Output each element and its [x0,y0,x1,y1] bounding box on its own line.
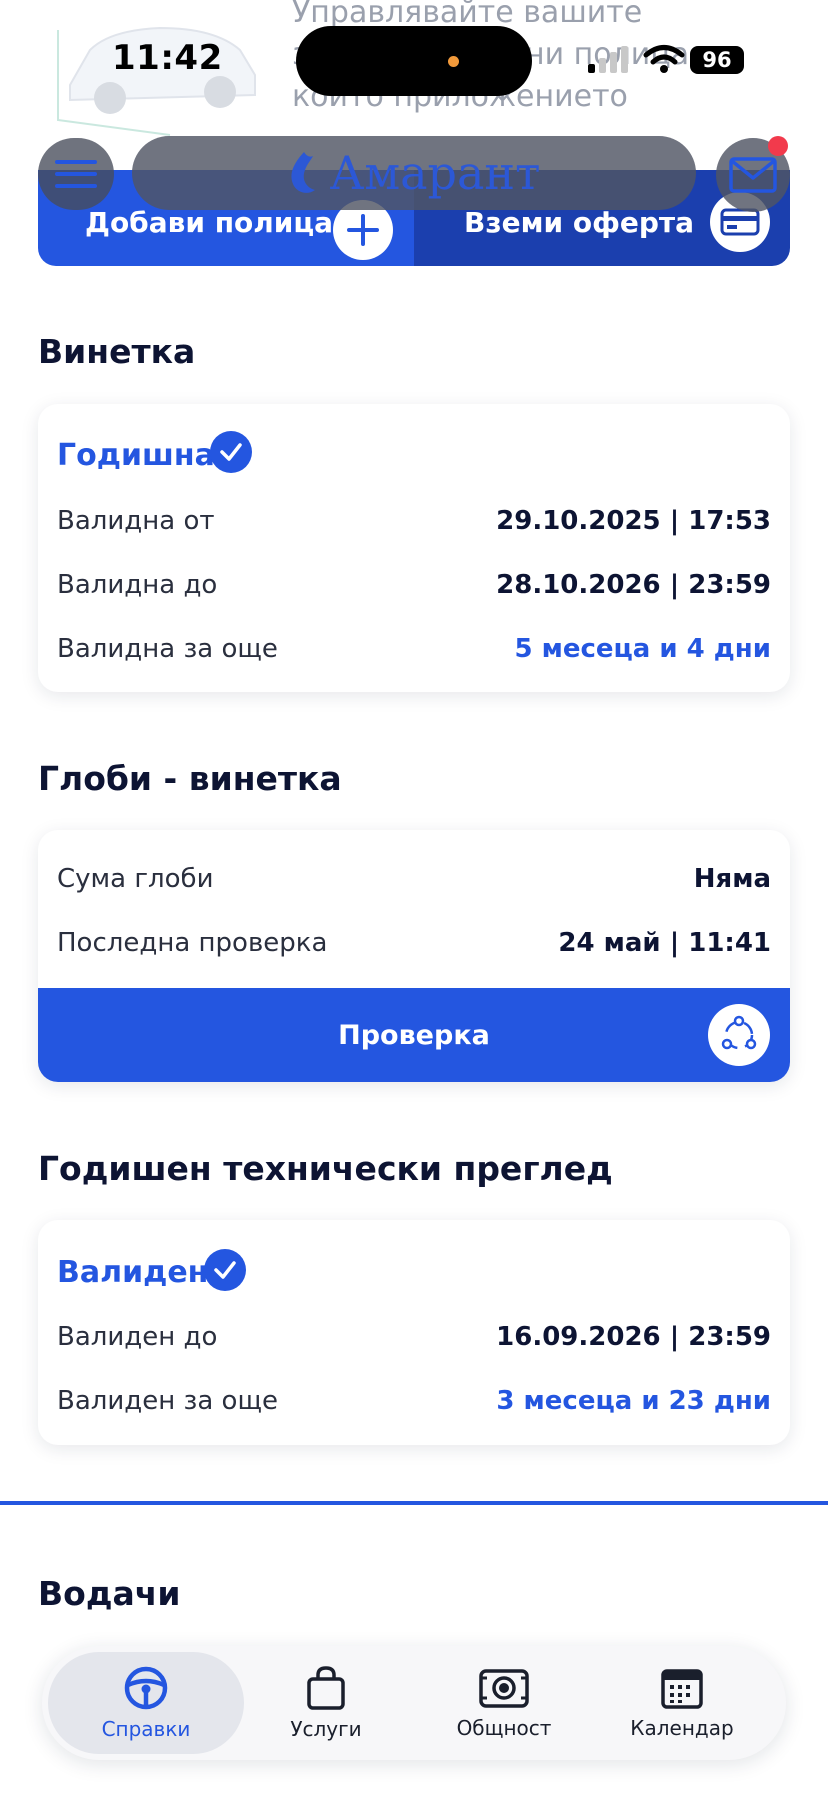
wifi-icon [643,45,685,73]
dynamic-island [296,26,532,96]
row-value: 29.10.2025 | 17:53 [496,506,771,536]
vignette-card: Годишна Валидна от 29.10.2025 | 17:53 Ва… [38,404,790,692]
row-label: Валиден до [57,1322,218,1352]
check-circle-icon [204,1249,246,1291]
brand-logo-text: Амарант [329,146,541,200]
row-label: Валидна до [57,570,218,600]
inspection-row-remaining: Валиден за още 3 месеца и 23 дни [57,1381,771,1421]
inspection-status: Валиден [57,1255,209,1290]
steering-wheel-icon [124,1666,168,1710]
row-label: Сума глоби [57,864,214,894]
row-value: 3 месеца и 23 дни [496,1386,771,1416]
inspection-card: Валиден Валиден до 16.09.2026 | 23:59 Ва… [38,1220,790,1445]
row-value: 16.09.2026 | 23:59 [496,1322,771,1352]
add-policy-label: Добави полица [85,206,334,239]
nav-item-references[interactable]: Справки [48,1652,244,1754]
vignette-row-valid-from: Валидна от 29.10.2025 | 17:53 [57,501,771,541]
row-label: Валиден за още [57,1386,278,1416]
menu-button[interactable] [38,138,114,210]
inspection-row-valid-to: Валиден до 16.09.2026 | 23:59 [57,1317,771,1357]
nav-item-calendar[interactable]: Календар [584,1652,780,1754]
hamburger-icon [55,160,97,188]
logo-header[interactable]: Амарант [132,136,696,210]
drivers-section-title: Водачи [38,1574,181,1613]
signal-icon [588,46,628,73]
check-fines-label: Проверка [338,1020,490,1051]
row-value: 28.10.2026 | 23:59 [496,570,771,600]
row-label: Валидна от [57,506,215,536]
row-value: Няма [693,864,771,894]
nav-label: Календар [630,1716,734,1740]
vignette-row-valid-to: Валидна до 28.10.2026 | 23:59 [57,565,771,605]
section-divider [0,1501,828,1505]
calendar-icon [661,1669,703,1709]
notification-badge [768,136,788,156]
fines-row-sum: Сума глоби Няма [57,859,771,899]
row-value: 5 месеца и 4 дни [514,634,771,664]
shopping-bag-icon [307,1666,345,1710]
get-offer-label: Вземи оферта [464,206,695,239]
check-fines-button[interactable]: Проверка [38,988,790,1082]
vignette-status: Годишна [57,438,215,473]
nav-item-services[interactable]: Услуги [228,1652,424,1754]
flame-logo-icon [291,152,316,193]
nav-label: Справки [101,1717,191,1741]
nav-item-community[interactable]: Общност [406,1652,602,1754]
row-value: 24 май | 11:41 [558,928,771,958]
fines-section-title: Глоби - винетка [38,759,342,798]
vignette-row-remaining: Валидна за още 5 месеца и 4 дни [57,629,771,669]
mail-icon [729,157,777,193]
fines-row-last-check: Последна проверка 24 май | 11:41 [57,923,771,963]
inspection-section-title: Годишен технически преглед [38,1149,613,1188]
battery-indicator: 96 [690,46,744,74]
nav-label: Услуги [290,1717,362,1741]
bottom-navigation: Справки Услуги Общност Календар [42,1646,786,1760]
fines-card: Сума глоби Няма Последна проверка 24 май… [38,830,790,1082]
status-icons: 96 [586,44,746,74]
camera-indicator-icon [448,56,459,67]
row-label: Последна проверка [57,928,328,958]
row-label: Валидна за още [57,634,278,664]
status-time: 11:42 [112,38,223,78]
nav-label: Общност [456,1716,552,1740]
check-circle-icon [210,431,252,473]
refresh-icon [708,1004,770,1066]
vignette-section-title: Винетка [38,332,196,371]
camera-icon [479,1669,529,1708]
